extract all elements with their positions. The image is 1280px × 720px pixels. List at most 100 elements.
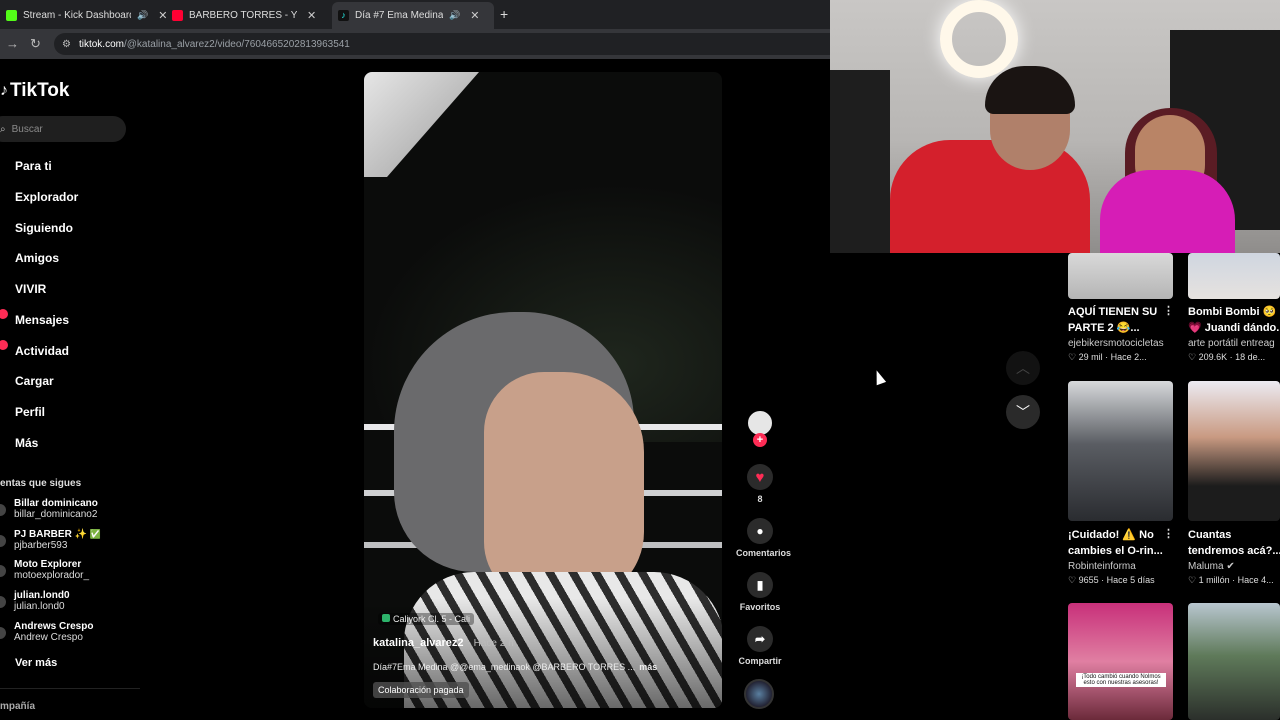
video-age: · Hace 2 h bbox=[467, 638, 514, 649]
speaker-icon[interactable]: 🔊 bbox=[137, 10, 148, 21]
like-count: 1 millón bbox=[1198, 575, 1230, 585]
recommendation-channel[interactable]: Robinteinforma bbox=[1068, 561, 1136, 572]
avatar[interactable] bbox=[0, 596, 6, 608]
footer-company-link[interactable]: mpañía bbox=[0, 701, 35, 712]
following-account[interactable]: Billar dominicano billar_dominicano2 bbox=[14, 498, 98, 520]
share-button[interactable]: ➦ Compartir bbox=[736, 626, 784, 666]
next-video-button[interactable]: ﹀ bbox=[1006, 395, 1040, 429]
video-author[interactable]: katalina_alvarez2 · Hace 2 h bbox=[373, 637, 514, 649]
heart-outline-icon: ♡ bbox=[1188, 352, 1197, 362]
reload-icon[interactable]: ↻ bbox=[30, 36, 41, 52]
account-username: billar_dominicano2 bbox=[14, 509, 98, 520]
nav-explorador[interactable]: Explorador bbox=[15, 190, 78, 204]
nav-para-ti[interactable]: Para ti bbox=[15, 159, 52, 173]
avatar[interactable] bbox=[0, 565, 6, 577]
nav-actividad[interactable]: Actividad bbox=[15, 344, 69, 358]
nav-amigos[interactable]: Amigos bbox=[15, 251, 59, 265]
live-icon bbox=[0, 282, 4, 296]
site-info-icon[interactable]: ⚙ bbox=[62, 39, 71, 50]
new-tab-button[interactable]: + bbox=[500, 6, 508, 22]
like-count: 29 mil bbox=[1078, 352, 1103, 362]
thumbnail-caption: ¡Todo cambió cuando Nolmos esto con nues… bbox=[1076, 673, 1166, 687]
tab-youtube[interactable]: BARBERO TORRES - YouTube ✕ bbox=[166, 4, 316, 26]
recommendation-channel[interactable]: ejebikersmotocicletas bbox=[1068, 338, 1164, 349]
tiktok-logo[interactable]: ♪ TikTok bbox=[0, 80, 69, 102]
search-input[interactable]: ⌕ Buscar bbox=[0, 116, 126, 142]
recommendation-title[interactable]: Bombi Bombi 🥺 💗 Juandi dándo... bbox=[1188, 304, 1280, 336]
following-account[interactable]: Andrews Crespo Andrew Crespo bbox=[14, 621, 93, 643]
recommendation-thumbnail[interactable] bbox=[1188, 603, 1280, 720]
recommendation-thumbnail[interactable]: ¡Todo cambió cuando Nolmos esto con nues… bbox=[1068, 603, 1173, 720]
url-field[interactable]: ⚙ tiktok.com /@katalina_alvarez2/video/7… bbox=[54, 33, 844, 55]
tab-kick-dashboard[interactable]: Stream - Kick Dashboard 🔊 ✕ bbox=[0, 4, 167, 26]
account-name: Moto Explorer bbox=[14, 559, 82, 570]
recommendation-thumbnail[interactable] bbox=[1188, 253, 1280, 299]
recommendation-thumbnail[interactable] bbox=[1068, 381, 1173, 521]
following-account[interactable]: PJ BARBER ✨ ✅ pjbarber593 bbox=[14, 529, 101, 551]
more-options-icon[interactable]: ⋮ bbox=[1163, 527, 1174, 540]
title-line: Bombi Bombi 🥺 bbox=[1188, 306, 1277, 318]
avatar[interactable] bbox=[0, 535, 6, 547]
nav-siguiendo[interactable]: Siguiendo bbox=[15, 221, 73, 235]
account-name: Billar dominicano bbox=[14, 498, 98, 509]
recommendation-channel[interactable]: Maluma ✔ bbox=[1188, 561, 1235, 572]
see-more-description[interactable]: más bbox=[639, 662, 657, 672]
follow-plus-icon[interactable]: + bbox=[753, 433, 767, 447]
upload-icon bbox=[0, 374, 4, 388]
nav-mensajes[interactable]: Mensajes bbox=[15, 313, 69, 327]
recommendation-thumbnail[interactable] bbox=[1068, 253, 1173, 299]
account-username: julian.lond0 bbox=[14, 601, 65, 612]
search-icon: ⌕ bbox=[0, 123, 6, 135]
share-icon: ➦ bbox=[747, 626, 773, 652]
messages-icon bbox=[0, 313, 4, 327]
description-text: Día#7Ema Medina @@ema_medinaok @BARBERO … bbox=[373, 662, 636, 672]
post-age: 18 de... bbox=[1235, 352, 1266, 362]
nav-cargar[interactable]: Cargar bbox=[15, 374, 54, 388]
video-player[interactable]: Caliyork Cl. 5 - Cali katalina_alvarez2 ·… bbox=[364, 72, 722, 708]
tab-tiktok-active[interactable]: ♪ Día #7 Ema Medina 🔊 ✕ bbox=[332, 2, 494, 29]
post-age: Hace 4... bbox=[1237, 575, 1274, 585]
nav-perfil[interactable]: Perfil bbox=[15, 405, 45, 419]
comments-button[interactable]: ● Comentarios bbox=[736, 518, 792, 558]
activity-icon bbox=[0, 344, 4, 358]
recommendation-title[interactable]: Cuantas tendremos acá?... bbox=[1188, 527, 1280, 559]
logo-text: TikTok bbox=[10, 80, 70, 101]
nav-mas[interactable]: Más bbox=[15, 436, 38, 450]
close-tab-icon[interactable]: ✕ bbox=[307, 9, 316, 22]
previous-video-button[interactable]: ︿ bbox=[1006, 351, 1040, 385]
nav-vivir[interactable]: VIVIR bbox=[15, 282, 46, 296]
comment-icon: ● bbox=[747, 518, 773, 544]
tab-label: Día #7 Ema Medina bbox=[355, 10, 443, 21]
video-subject-face bbox=[484, 372, 644, 602]
video-roof bbox=[364, 72, 479, 177]
tab-label: BARBERO TORRES - YouTube bbox=[189, 9, 297, 21]
favorites-button[interactable]: ▮ Favoritos bbox=[736, 572, 784, 612]
avatar[interactable] bbox=[0, 504, 6, 516]
comments-label: Comentarios bbox=[736, 548, 792, 558]
tiktok-icon: ♪ bbox=[338, 10, 349, 21]
speaker-icon[interactable]: 🔊 bbox=[449, 10, 460, 21]
following-account[interactable]: julian.lond0 julian.lond0 bbox=[14, 590, 70, 612]
title-line: tendremos acá?... bbox=[1188, 545, 1280, 557]
heart-outline-icon: ♡ bbox=[1188, 575, 1197, 585]
following-account[interactable]: Moto Explorer motoexplorador_ bbox=[14, 559, 89, 581]
avatar[interactable] bbox=[0, 627, 6, 639]
author-name: katalina_alvarez2 bbox=[373, 637, 464, 649]
favorites-label: Favoritos bbox=[739, 602, 781, 612]
forward-icon[interactable]: → bbox=[6, 36, 19, 51]
recommendation-thumbnail[interactable] bbox=[1188, 381, 1280, 521]
like-button[interactable]: ♥ 8 bbox=[736, 464, 784, 504]
heart-outline-icon: ♡ bbox=[1068, 575, 1077, 585]
location-tag[interactable]: Caliyork Cl. 5 - Cali bbox=[378, 613, 475, 625]
close-tab-icon[interactable]: ✕ bbox=[470, 9, 479, 22]
see-more-link[interactable]: Ver más bbox=[15, 657, 57, 669]
sound-disc-avatar[interactable] bbox=[744, 679, 774, 709]
cam-person-2 bbox=[1100, 170, 1235, 253]
address-bar: → ↻ ⚙ tiktok.com /@katalina_alvarez2/vid… bbox=[0, 29, 844, 59]
recommendation-channel[interactable]: arte portátil entreag bbox=[1188, 338, 1280, 349]
account-username: Andrew Crespo bbox=[14, 632, 83, 643]
location-pin-icon bbox=[382, 614, 390, 622]
account-username: pjbarber593 bbox=[14, 540, 68, 551]
browser-tab-bar: Stream - Kick Dashboard 🔊 ✕ BARBERO TORR… bbox=[0, 0, 830, 29]
more-options-icon[interactable]: ⋮ bbox=[1163, 304, 1174, 317]
